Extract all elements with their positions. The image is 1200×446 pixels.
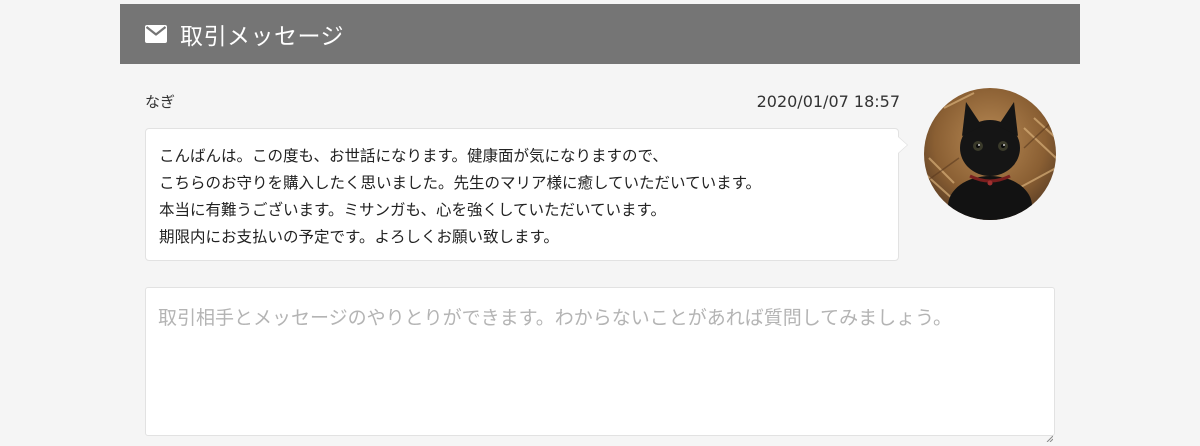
section-title: 取引メッセージ xyxy=(180,24,345,50)
message-section-header: 取引メッセージ xyxy=(120,4,1080,64)
message-text-line: 期限内にお支払いの予定です。よろしくお願い致します。 xyxy=(159,228,559,246)
message-timestamp: 2020/01/07 18:57 xyxy=(756,92,900,111)
sender-name: なぎ xyxy=(145,93,176,111)
black-cat-photo xyxy=(924,88,1056,220)
message-input[interactable] xyxy=(145,287,1055,436)
resize-handle[interactable] xyxy=(1046,427,1054,443)
message-bubble: こんばんは。この度も、お世話になります。健康面が気になりますので、 こちらのお守… xyxy=(145,128,908,261)
message-text-line: 本当に有難うございます。ミサンガも、心を強くしていただいています。 xyxy=(159,201,667,219)
mail-icon xyxy=(145,25,167,43)
message-text-line: こんばんは。この度も、お世話になります。健康面が気になりますので、 xyxy=(159,147,668,165)
avatar[interactable] xyxy=(924,88,1056,220)
message-text-line: こちらのお守りを購入したく思いました。先生のマリア様に癒していただいています。 xyxy=(159,174,762,192)
